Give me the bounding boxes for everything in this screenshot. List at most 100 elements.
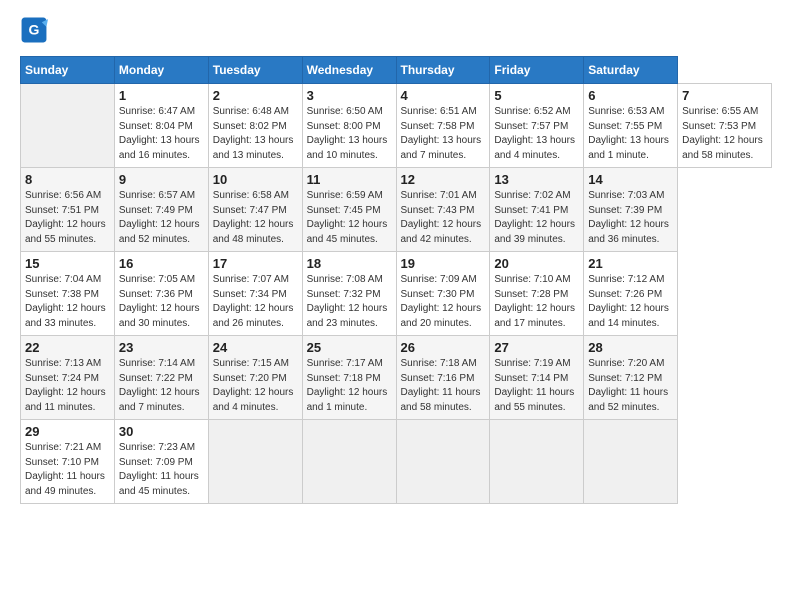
logo: G bbox=[20, 16, 52, 44]
calendar-container: G SundayMondayTuesdayWednesdayThursdayFr… bbox=[0, 0, 792, 514]
day-info: Sunrise: 7:21 AMSunset: 7:10 PMDaylight:… bbox=[25, 441, 110, 499]
week-row-2: 8 Sunrise: 6:56 AMSunset: 7:51 PMDaylight… bbox=[21, 168, 772, 252]
svg-text:G: G bbox=[29, 22, 40, 38]
day-cell-13: 13 Sunrise: 7:02 AMSunset: 7:41 PMDayligh… bbox=[490, 168, 584, 252]
day-cell-6: 6 Sunrise: 6:53 AMSunset: 7:55 PMDaylight… bbox=[584, 84, 678, 168]
day-cell-5: 5 Sunrise: 6:52 AMSunset: 7:57 PMDaylight… bbox=[490, 84, 584, 168]
day-info: Sunrise: 6:50 AMSunset: 8:00 PMDaylight:… bbox=[307, 105, 392, 163]
day-cell-8: 8 Sunrise: 6:56 AMSunset: 7:51 PMDaylight… bbox=[21, 168, 115, 252]
day-info: Sunrise: 7:13 AMSunset: 7:24 PMDaylight:… bbox=[25, 357, 110, 415]
day-cell-3: 3 Sunrise: 6:50 AMSunset: 8:00 PMDaylight… bbox=[302, 84, 396, 168]
col-header-saturday: Saturday bbox=[584, 57, 678, 84]
week-row-5: 29Sunrise: 7:21 AMSunset: 7:10 PMDayligh… bbox=[21, 420, 772, 504]
day-info: Sunrise: 7:04 AMSunset: 7:38 PMDaylight:… bbox=[25, 273, 110, 331]
day-info: Sunrise: 6:55 AMSunset: 7:53 PMDaylight:… bbox=[682, 105, 767, 163]
day-info: Sunrise: 7:03 AMSunset: 7:39 PMDaylight:… bbox=[588, 189, 673, 247]
day-info: Sunrise: 7:23 AMSunset: 7:09 PMDaylight:… bbox=[119, 441, 204, 499]
day-number: 1 bbox=[119, 88, 204, 103]
day-info: Sunrise: 6:56 AMSunset: 7:51 PMDaylight:… bbox=[25, 189, 110, 247]
day-cell-20: 20 Sunrise: 7:10 AMSunset: 7:28 PMDayligh… bbox=[490, 252, 584, 336]
day-cell-2: 2 Sunrise: 6:48 AMSunset: 8:02 PMDaylight… bbox=[208, 84, 302, 168]
day-info: Sunrise: 7:08 AMSunset: 7:32 PMDaylight:… bbox=[307, 273, 392, 331]
day-cell-11: 11Sunrise: 6:59 AMSunset: 7:45 PMDayligh… bbox=[302, 168, 396, 252]
day-number: 30 bbox=[119, 424, 204, 439]
day-cell-24: 24Sunrise: 7:15 AMSunset: 7:20 PMDayligh… bbox=[208, 336, 302, 420]
day-number: 10 bbox=[213, 172, 298, 187]
day-info: Sunrise: 7:05 AMSunset: 7:36 PMDaylight:… bbox=[119, 273, 204, 331]
day-number: 6 bbox=[588, 88, 673, 103]
day-info: Sunrise: 7:02 AMSunset: 7:41 PMDaylight:… bbox=[494, 189, 579, 247]
col-header-friday: Friday bbox=[490, 57, 584, 84]
col-header-thursday: Thursday bbox=[396, 57, 490, 84]
day-number: 3 bbox=[307, 88, 392, 103]
day-cell-22: 22Sunrise: 7:13 AMSunset: 7:24 PMDayligh… bbox=[21, 336, 115, 420]
day-number: 13 bbox=[494, 172, 579, 187]
day-info: Sunrise: 6:52 AMSunset: 7:57 PMDaylight:… bbox=[494, 105, 579, 163]
day-cell-26: 26Sunrise: 7:18 AMSunset: 7:16 PMDayligh… bbox=[396, 336, 490, 420]
day-cell-12: 12 Sunrise: 7:01 AMSunset: 7:43 PMDayligh… bbox=[396, 168, 490, 252]
day-number: 7 bbox=[682, 88, 767, 103]
day-number: 12 bbox=[401, 172, 486, 187]
day-number: 14 bbox=[588, 172, 673, 187]
empty-cell bbox=[21, 84, 115, 168]
day-info: Sunrise: 7:20 AMSunset: 7:12 PMDaylight:… bbox=[588, 357, 673, 415]
day-info: Sunrise: 7:07 AMSunset: 7:34 PMDaylight:… bbox=[213, 273, 298, 331]
day-cell-4: 4 Sunrise: 6:51 AMSunset: 7:58 PMDaylight… bbox=[396, 84, 490, 168]
day-info: Sunrise: 6:48 AMSunset: 8:02 PMDaylight:… bbox=[213, 105, 298, 163]
day-info: Sunrise: 6:57 AMSunset: 7:49 PMDaylight:… bbox=[119, 189, 204, 247]
day-number: 2 bbox=[213, 88, 298, 103]
day-cell-15: 15 Sunrise: 7:04 AMSunset: 7:38 PMDayligh… bbox=[21, 252, 115, 336]
day-info: Sunrise: 7:14 AMSunset: 7:22 PMDaylight:… bbox=[119, 357, 204, 415]
logo-icon: G bbox=[20, 16, 48, 44]
day-info: Sunrise: 7:12 AMSunset: 7:26 PMDaylight:… bbox=[588, 273, 673, 331]
day-number: 19 bbox=[401, 256, 486, 271]
day-cell-17: 17 Sunrise: 7:07 AMSunset: 7:34 PMDayligh… bbox=[208, 252, 302, 336]
empty-cell bbox=[396, 420, 490, 504]
day-number: 18 bbox=[307, 256, 392, 271]
col-header-wednesday: Wednesday bbox=[302, 57, 396, 84]
day-info: Sunrise: 6:59 AMSunset: 7:45 PMDaylight:… bbox=[307, 189, 392, 247]
header-row: SundayMondayTuesdayWednesdayThursdayFrid… bbox=[21, 57, 772, 84]
day-info: Sunrise: 6:53 AMSunset: 7:55 PMDaylight:… bbox=[588, 105, 673, 163]
day-cell-19: 19 Sunrise: 7:09 AMSunset: 7:30 PMDayligh… bbox=[396, 252, 490, 336]
day-cell-21: 21 Sunrise: 7:12 AMSunset: 7:26 PMDayligh… bbox=[584, 252, 678, 336]
day-number: 27 bbox=[494, 340, 579, 355]
day-cell-7: 7 Sunrise: 6:55 AMSunset: 7:53 PMDaylight… bbox=[678, 84, 772, 168]
day-cell-10: 10 Sunrise: 6:58 AMSunset: 7:47 PMDayligh… bbox=[208, 168, 302, 252]
day-number: 21 bbox=[588, 256, 673, 271]
day-number: 8 bbox=[25, 172, 110, 187]
day-info: Sunrise: 6:47 AMSunset: 8:04 PMDaylight:… bbox=[119, 105, 204, 163]
empty-cell bbox=[584, 420, 678, 504]
day-info: Sunrise: 6:51 AMSunset: 7:58 PMDaylight:… bbox=[401, 105, 486, 163]
week-row-4: 22Sunrise: 7:13 AMSunset: 7:24 PMDayligh… bbox=[21, 336, 772, 420]
day-info: Sunrise: 7:01 AMSunset: 7:43 PMDaylight:… bbox=[401, 189, 486, 247]
day-number: 28 bbox=[588, 340, 673, 355]
empty-cell bbox=[490, 420, 584, 504]
day-cell-28: 28 Sunrise: 7:20 AMSunset: 7:12 PMDayligh… bbox=[584, 336, 678, 420]
day-number: 17 bbox=[213, 256, 298, 271]
day-info: Sunrise: 7:10 AMSunset: 7:28 PMDaylight:… bbox=[494, 273, 579, 331]
day-cell-16: 16Sunrise: 7:05 AMSunset: 7:36 PMDayligh… bbox=[114, 252, 208, 336]
day-info: Sunrise: 6:58 AMSunset: 7:47 PMDaylight:… bbox=[213, 189, 298, 247]
day-cell-9: 9Sunrise: 6:57 AMSunset: 7:49 PMDaylight… bbox=[114, 168, 208, 252]
day-cell-18: 18 Sunrise: 7:08 AMSunset: 7:32 PMDayligh… bbox=[302, 252, 396, 336]
day-number: 20 bbox=[494, 256, 579, 271]
week-row-1: 1 Sunrise: 6:47 AMSunset: 8:04 PMDaylight… bbox=[21, 84, 772, 168]
col-header-tuesday: Tuesday bbox=[208, 57, 302, 84]
day-cell-1: 1 Sunrise: 6:47 AMSunset: 8:04 PMDaylight… bbox=[114, 84, 208, 168]
day-number: 25 bbox=[307, 340, 392, 355]
day-info: Sunrise: 7:18 AMSunset: 7:16 PMDaylight:… bbox=[401, 357, 486, 415]
day-number: 5 bbox=[494, 88, 579, 103]
day-info: Sunrise: 7:17 AMSunset: 7:18 PMDaylight:… bbox=[307, 357, 392, 415]
day-cell-27: 27 Sunrise: 7:19 AMSunset: 7:14 PMDayligh… bbox=[490, 336, 584, 420]
col-header-monday: Monday bbox=[114, 57, 208, 84]
day-cell-29: 29Sunrise: 7:21 AMSunset: 7:10 PMDayligh… bbox=[21, 420, 115, 504]
day-cell-14: 14 Sunrise: 7:03 AMSunset: 7:39 PMDayligh… bbox=[584, 168, 678, 252]
day-info: Sunrise: 7:09 AMSunset: 7:30 PMDaylight:… bbox=[401, 273, 486, 331]
empty-cell bbox=[302, 420, 396, 504]
col-header-sunday: Sunday bbox=[21, 57, 115, 84]
day-cell-23: 23Sunrise: 7:14 AMSunset: 7:22 PMDayligh… bbox=[114, 336, 208, 420]
day-number: 15 bbox=[25, 256, 110, 271]
day-info: Sunrise: 7:19 AMSunset: 7:14 PMDaylight:… bbox=[494, 357, 579, 415]
day-number: 4 bbox=[401, 88, 486, 103]
